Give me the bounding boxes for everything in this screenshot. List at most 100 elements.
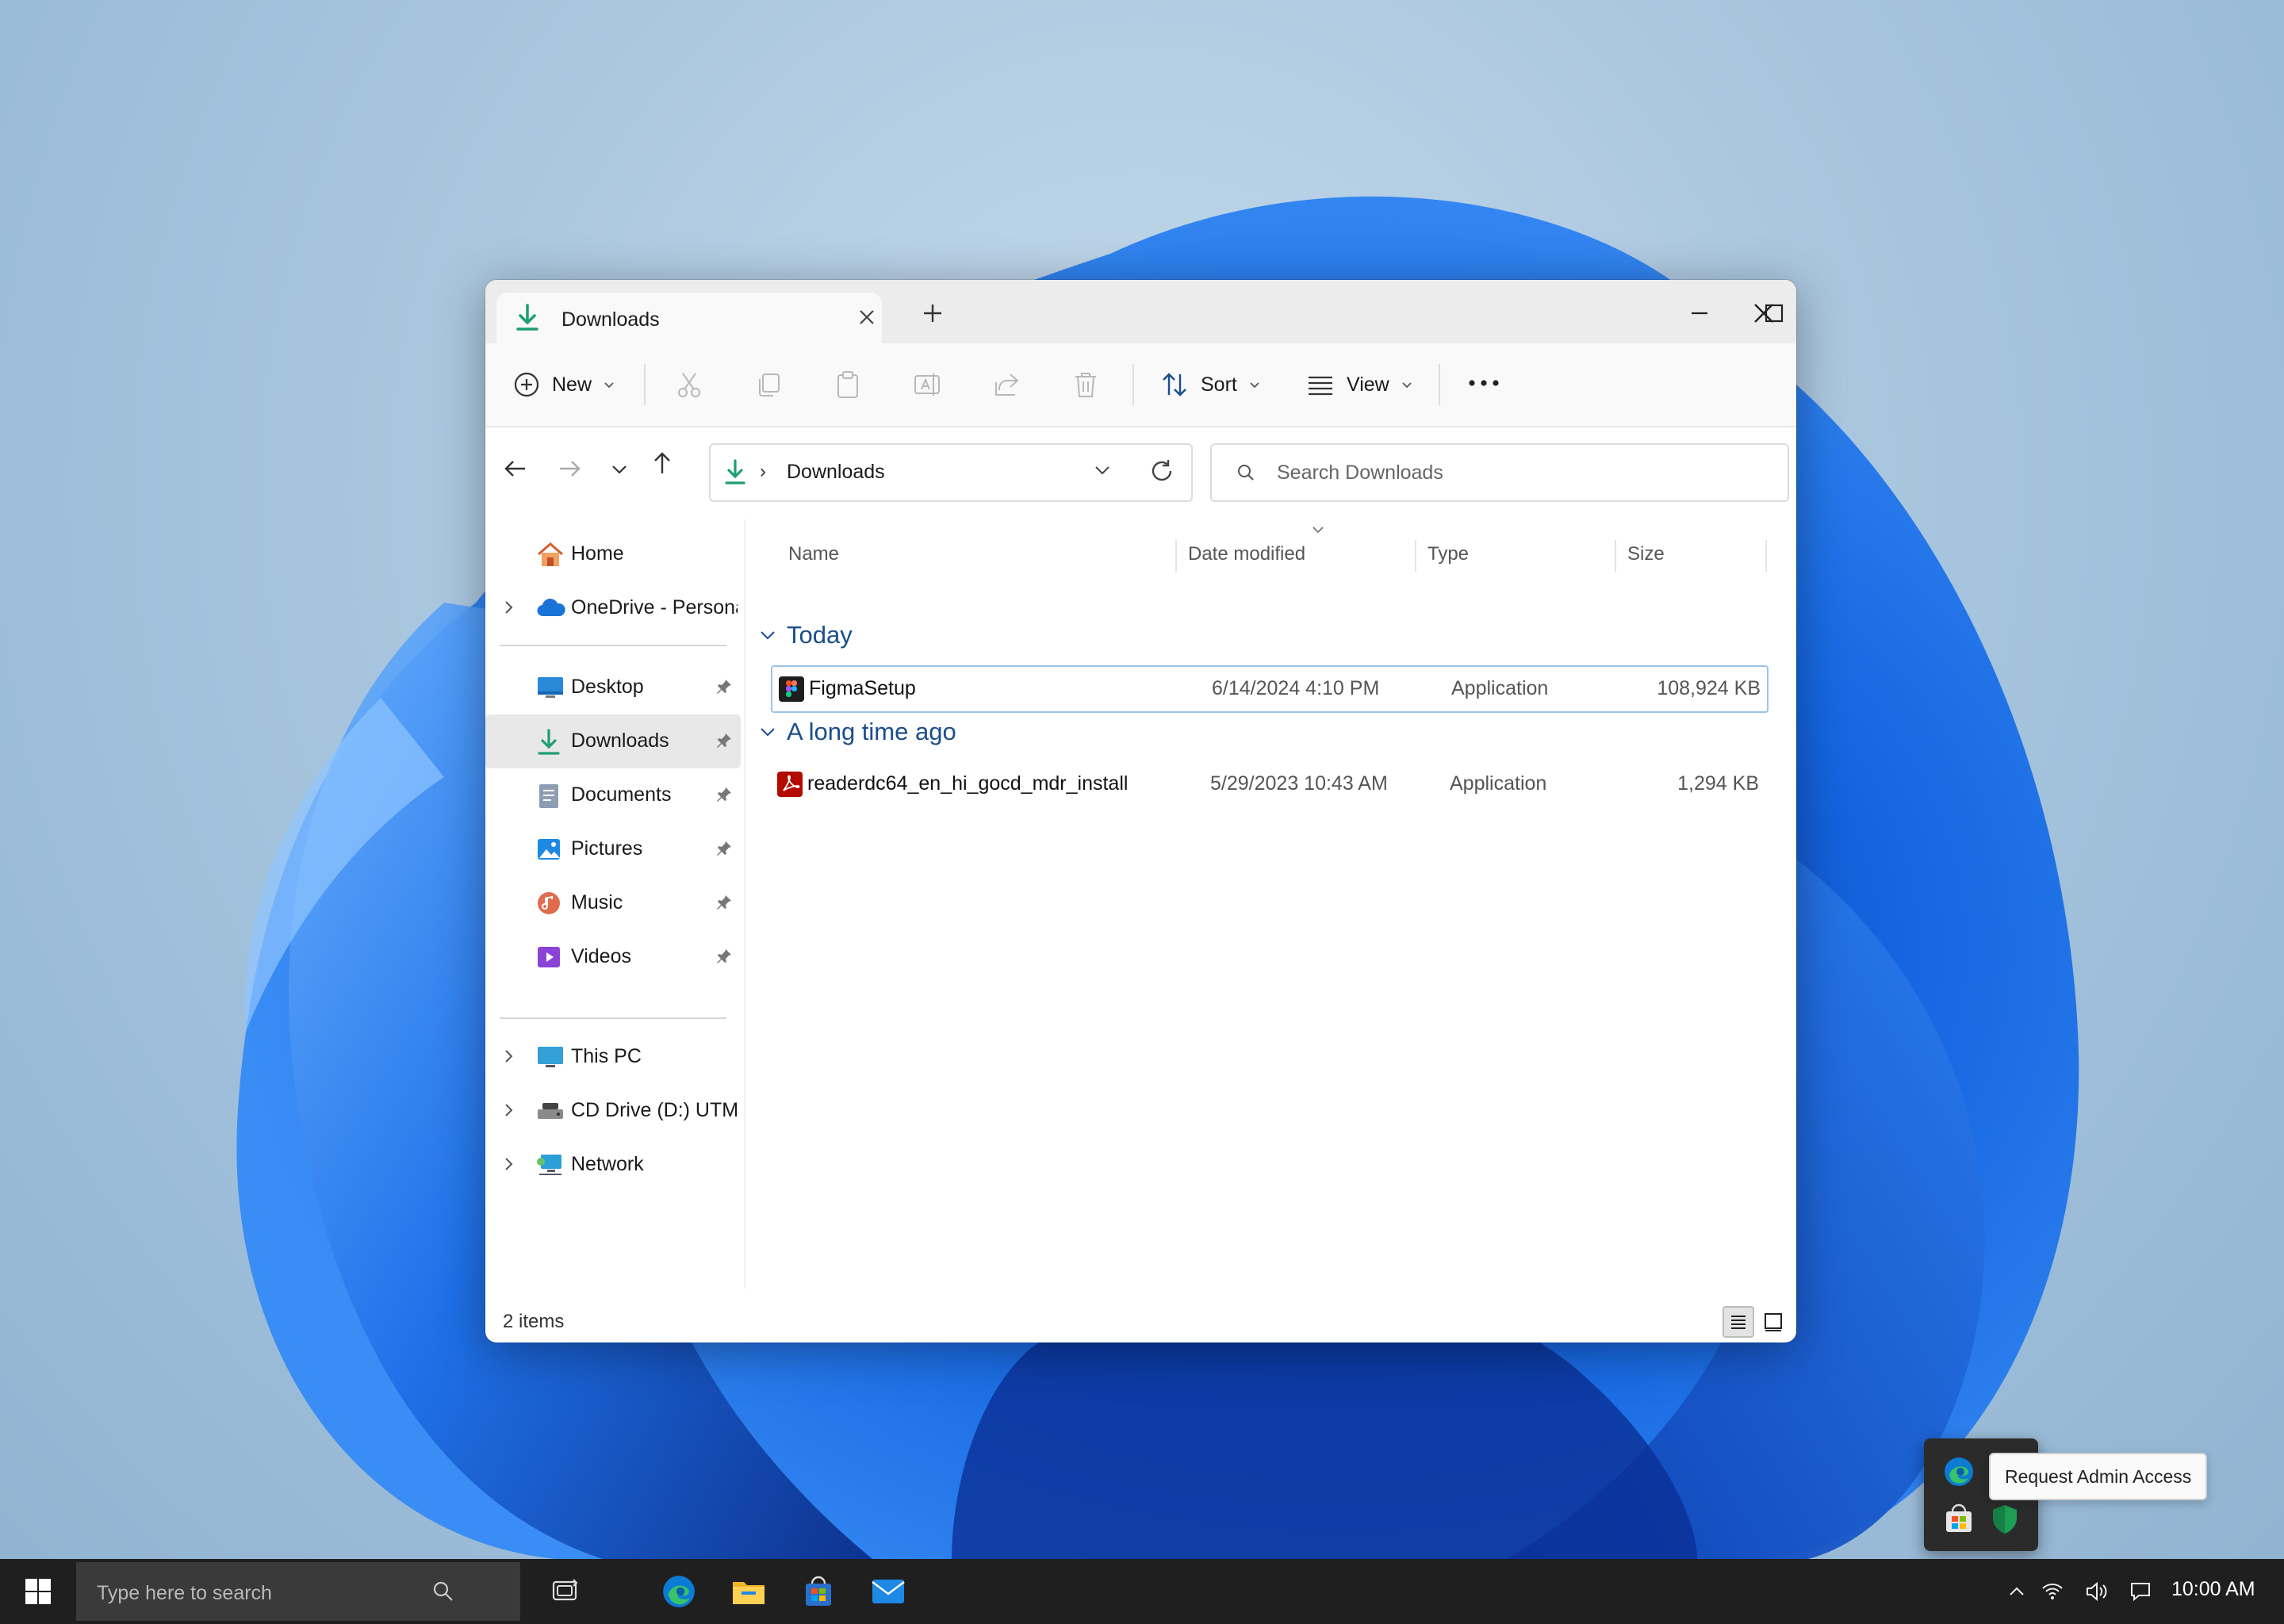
address-bar[interactable]: › Downloads [709,443,1193,502]
show-hidden-icons-chevron-icon[interactable] [1998,1559,2035,1624]
breadcrumb-downloads[interactable]: Downloads [787,461,885,484]
expand-chevron-icon[interactable] [500,1048,517,1069]
divider [1439,364,1440,405]
taskbar-clock[interactable]: 10:00 AM [2171,1578,2255,1601]
chevron-down-icon [604,382,614,389]
rename-icon[interactable] [912,370,942,404]
sidebar-item-videos[interactable]: Videos [485,930,741,984]
tab-title: Downloads [561,308,660,331]
file-explorer-icon [733,1582,765,1604]
sort-button[interactable]: Sort [1159,367,1261,402]
task-view-icon [552,1579,578,1601]
microsoft-store-tray-icon[interactable] [1938,1499,1979,1540]
downloads-icon [536,729,561,760]
taskbar-store-button[interactable] [787,1559,850,1624]
breadcrumb-chevron-icon: › [760,461,766,482]
sidebar-item-label: OneDrive - Persona [571,596,738,619]
sidebar-item-label: Downloads [571,730,669,752]
share-icon[interactable] [991,370,1021,404]
onedrive-icon [536,596,566,623]
sort-button-label: Sort [1201,373,1237,396]
group-header-today[interactable]: Today [758,621,853,649]
details-view-button[interactable] [1723,1306,1754,1338]
sidebar-item-label: Videos [571,945,631,967]
column-header-type[interactable]: Type [1428,543,1469,565]
divider [644,364,646,405]
wifi-icon[interactable] [2035,1559,2070,1624]
column-divider[interactable] [1175,540,1177,572]
cut-icon[interactable] [674,370,704,404]
sidebar-item-desktop[interactable]: Desktop [485,661,741,714]
pin-icon[interactable] [715,948,733,969]
search-box[interactable] [1210,443,1789,502]
pane-divider[interactable] [744,519,745,1289]
pin-icon[interactable] [715,732,733,753]
view-button[interactable]: View [1305,367,1413,402]
pin-icon[interactable] [715,786,733,807]
minimize-button[interactable] [1672,291,1727,335]
microsoft-store-icon [806,1576,831,1606]
sidebar-item-onedrive[interactable]: OneDrive - Persona [485,581,741,635]
view-button-label: View [1347,373,1389,396]
column-divider[interactable] [1765,540,1767,572]
sidebar-item-this-pc[interactable]: This PC [485,1030,741,1084]
sidebar-item-downloads[interactable]: Downloads [485,714,741,768]
taskbar-edge-button[interactable] [647,1559,711,1624]
edge-tray-icon[interactable] [1938,1451,1979,1492]
details-view-icon [1731,1316,1746,1329]
file-size: 1,294 KB [1677,772,1759,795]
edge-icon [663,1576,695,1607]
more-options-icon[interactable] [1464,367,1504,403]
start-button[interactable] [0,1559,76,1624]
title-bar: Downloads [485,280,1796,343]
sidebar-item-pictures[interactable]: Pictures [485,822,741,876]
sidebar-item-cd-drive[interactable]: CD Drive (D:) UTM [485,1084,741,1138]
column-header-size[interactable]: Size [1627,543,1665,565]
task-view-button[interactable] [533,1559,596,1624]
item-count: 2 items [503,1311,565,1332]
column-header-date-modified[interactable]: Date modified [1188,543,1305,565]
taskbar-mail-button[interactable] [856,1559,920,1624]
sidebar-item-network[interactable]: Network [485,1138,741,1192]
taskbar-search-box[interactable] [76,1562,520,1621]
column-header-name[interactable]: Name [788,543,839,565]
search-input[interactable] [1275,456,1754,489]
back-arrow-icon[interactable] [501,454,530,487]
delete-icon[interactable] [1071,370,1101,404]
recent-locations-chevron-icon[interactable] [609,459,630,484]
request-admin-access-tooltip: Request Admin Access [1989,1453,2208,1500]
pin-icon[interactable] [715,840,733,861]
new-tab-button[interactable] [922,302,944,328]
admin-shield-tray-icon[interactable] [1984,1499,2025,1540]
up-arrow-icon[interactable] [649,450,676,481]
expand-chevron-icon[interactable] [500,599,517,620]
pin-icon[interactable] [715,678,733,699]
column-divider[interactable] [1615,540,1616,572]
chevron-down-icon [1250,382,1259,389]
file-row[interactable]: readerdc64_en_hi_gocd_mdr_install 5/29/2… [771,762,1765,806]
taskbar-search-input[interactable] [95,1576,447,1610]
volume-icon[interactable] [2078,1559,2114,1624]
expand-chevron-icon[interactable] [500,1155,517,1177]
paste-icon[interactable] [833,370,863,404]
address-dropdown-chevron-icon[interactable] [1091,459,1113,485]
expand-chevron-icon[interactable] [500,1101,517,1123]
taskbar-file-explorer-button[interactable] [717,1559,780,1624]
copy-icon[interactable] [753,370,784,404]
tab-downloads[interactable]: Downloads [496,293,882,343]
sidebar-item-home[interactable]: Home [485,527,741,581]
new-button[interactable]: New [512,367,615,402]
refresh-icon[interactable] [1148,458,1175,488]
close-tab-icon[interactable] [855,305,879,333]
file-row[interactable]: FigmaSetup 6/14/2024 4:10 PM Application… [771,665,1769,713]
forward-arrow-icon[interactable] [555,454,584,487]
notifications-icon[interactable] [2122,1559,2159,1624]
sidebar-item-documents[interactable]: Documents [485,768,741,822]
close-window-icon[interactable] [1742,291,1786,335]
group-header-long-ago[interactable]: A long time ago [758,718,956,746]
pin-icon[interactable] [715,894,733,915]
file-explorer-window: Downloads New Sort View › Downloads Sear… [485,280,1796,1342]
sidebar-item-music[interactable]: Music [485,876,741,930]
tiles-view-button[interactable] [1757,1306,1789,1338]
column-divider[interactable] [1415,540,1416,572]
